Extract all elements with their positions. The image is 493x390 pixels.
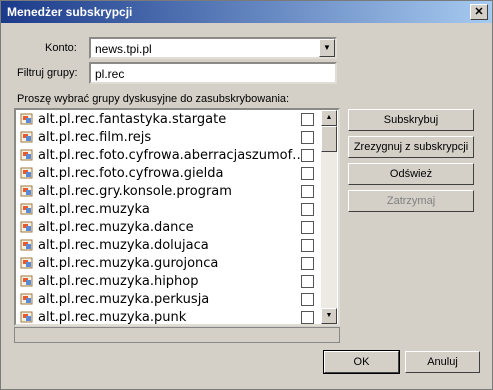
list-item[interactable]: alt.pl.rec.muzyka: [18, 201, 318, 219]
newsgroup-list[interactable]: alt.pl.rec.fantastyka.stargate alt.pl.rec…: [14, 108, 340, 326]
newsgroup-name: alt.pl.rec.foto.cyfrowa.gielda: [38, 166, 224, 181]
subscribe-button[interactable]: Subskrybuj: [348, 109, 474, 131]
list-item[interactable]: alt.pl.rec.film.rejs: [18, 129, 318, 147]
newsgroup-folder-icon: [20, 130, 34, 144]
newsgroup-folder-icon: [20, 256, 34, 270]
status-progress-bar: [14, 327, 340, 343]
subscribe-checkbox[interactable]: [301, 239, 314, 252]
list-item[interactable]: alt.pl.rec.muzyka.perkusja: [18, 291, 318, 309]
newsgroup-folder-icon: [20, 202, 34, 216]
subscribe-checkbox[interactable]: [301, 131, 314, 144]
newsgroup-folder-icon: [20, 112, 34, 126]
subscribe-checkbox[interactable]: [301, 167, 314, 180]
list-item[interactable]: alt.pl.rec.muzyka.gurojonca: [18, 255, 318, 273]
scroll-thumb[interactable]: [321, 126, 337, 152]
subscribe-checkbox[interactable]: [301, 275, 314, 288]
ok-label: OK: [353, 356, 370, 368]
list-item[interactable]: alt.pl.rec.muzyka.dolujaca: [18, 237, 318, 255]
filter-label: Filtruj grupy:: [17, 67, 78, 79]
unsubscribe-label: Zrezygnuj z subskrypcji: [353, 141, 469, 153]
chevron-down-icon[interactable]: ▼: [319, 39, 335, 57]
account-label: Konto:: [45, 42, 77, 54]
refresh-button[interactable]: Odśwież: [348, 163, 474, 185]
filter-input[interactable]: pl.rec: [89, 62, 337, 84]
subscribe-label: Subskrybuj: [383, 114, 439, 126]
newsgroup-folder-icon: [20, 310, 34, 324]
subscribe-checkbox[interactable]: [301, 203, 314, 216]
account-dropdown[interactable]: news.tpi.pl ▼: [89, 37, 337, 59]
stop-button: Zatrzymaj: [348, 190, 474, 212]
newsgroup-folder-icon: [20, 148, 34, 162]
newsgroup-name: alt.pl.rec.foto.cyfrowa.aberracjaszumof…: [38, 148, 306, 163]
subscribe-checkbox[interactable]: [301, 185, 314, 198]
subscribe-checkbox[interactable]: [301, 257, 314, 270]
cancel-button[interactable]: Anuluj: [405, 351, 480, 373]
newsgroup-name: alt.pl.rec.fantastyka.stargate: [38, 112, 227, 127]
cancel-label: Anuluj: [427, 356, 458, 368]
window-title: Menedżer subskrypcji: [7, 5, 133, 19]
newsgroup-name: alt.pl.rec.muzyka.dance: [38, 220, 194, 235]
scroll-up-button[interactable]: ▲: [321, 110, 337, 126]
list-item[interactable]: alt.pl.rec.muzyka.dance: [18, 219, 318, 237]
subscribe-checkbox[interactable]: [301, 113, 314, 126]
refresh-label: Odśwież: [389, 168, 433, 180]
ok-button[interactable]: OK: [323, 350, 400, 374]
newsgroup-folder-icon: [20, 238, 34, 252]
account-value: news.tpi.pl: [95, 42, 152, 56]
list-item[interactable]: alt.pl.rec.muzyka.punk: [18, 309, 318, 325]
list-instruction: Proszę wybrać grupy dyskusyjne do zasubs…: [17, 93, 290, 105]
subscribe-checkbox[interactable]: [301, 311, 314, 324]
newsgroup-name: alt.pl.rec.muzyka: [38, 202, 150, 217]
subscribe-checkbox[interactable]: [301, 149, 314, 162]
newsgroup-name: alt.pl.rec.muzyka.dolujaca: [38, 238, 209, 253]
newsgroup-folder-icon: [20, 184, 34, 198]
newsgroup-name: alt.pl.rec.muzyka.gurojonca: [38, 256, 219, 271]
scroll-down-button[interactable]: ▼: [321, 308, 337, 324]
subscription-manager-dialog: Menedżer subskrypcji ✕ Konto: news.tpi.p…: [0, 0, 493, 390]
list-item[interactable]: alt.pl.rec.fantastyka.stargate: [18, 111, 318, 129]
newsgroup-folder-icon: [20, 166, 34, 180]
list-item[interactable]: alt.pl.rec.foto.cyfrowa.gielda: [18, 165, 318, 183]
newsgroup-name: alt.pl.rec.muzyka.perkusja: [38, 292, 210, 307]
subscribe-checkbox[interactable]: [301, 293, 314, 306]
subscribe-checkbox[interactable]: [301, 221, 314, 234]
title-bar: Menedżer subskrypcji ✕: [1, 1, 492, 23]
list-item[interactable]: alt.pl.rec.foto.cyfrowa.aberracjaszumof…: [18, 147, 318, 165]
newsgroup-folder-icon: [20, 220, 34, 234]
list-scrollbar[interactable]: ▲ ▼: [321, 110, 337, 324]
close-button[interactable]: ✕: [470, 4, 488, 20]
filter-value: pl.rec: [95, 67, 125, 81]
stop-label: Zatrzymaj: [386, 195, 436, 207]
newsgroup-folder-icon: [20, 292, 34, 306]
newsgroup-name: alt.pl.rec.muzyka.hiphop: [38, 274, 199, 289]
unsubscribe-button[interactable]: Zrezygnuj z subskrypcji: [348, 136, 474, 158]
newsgroup-name: alt.pl.rec.muzyka.punk: [38, 310, 187, 325]
list-item[interactable]: alt.pl.rec.gry.konsole.program: [18, 183, 318, 201]
newsgroup-folder-icon: [20, 274, 34, 288]
newsgroup-name: alt.pl.rec.gry.konsole.program: [38, 184, 232, 199]
list-item[interactable]: alt.pl.rec.muzyka.hiphop: [18, 273, 318, 291]
newsgroup-name: alt.pl.rec.film.rejs: [38, 130, 152, 145]
